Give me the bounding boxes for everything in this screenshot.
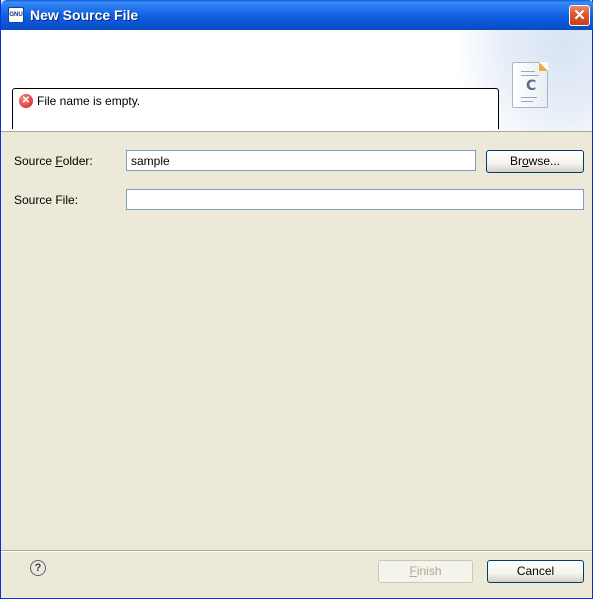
message-area: ✕ File name is empty. <box>12 88 499 129</box>
cancel-button[interactable]: Cancel <box>487 560 584 583</box>
title-bar[interactable]: GNU New Source File ✕ <box>1 0 593 30</box>
c-letter: C <box>526 78 537 94</box>
error-icon: ✕ <box>19 94 33 108</box>
close-button[interactable]: ✕ <box>569 5 590 26</box>
footer-separator <box>1 550 592 552</box>
error-message: File name is empty. <box>37 94 141 108</box>
source-file-input[interactable] <box>126 189 584 210</box>
gnu-app-icon: GNU <box>8 7 24 23</box>
browse-button[interactable]: Browse... <box>486 150 584 173</box>
new-source-file-dialog: GNU New Source File ✕ ✕ File name is emp… <box>0 0 593 599</box>
source-folder-input[interactable] <box>126 150 476 171</box>
source-folder-label: Source Folder: <box>14 154 93 168</box>
window-title: New Source File <box>30 7 139 23</box>
wizard-header-banner: ✕ File name is empty. C <box>1 30 592 132</box>
help-icon[interactable]: ? <box>30 560 46 576</box>
c-source-file-icon: C <box>512 62 548 108</box>
source-file-label: Source File: <box>14 193 79 207</box>
finish-button[interactable]: Finish <box>378 560 473 583</box>
